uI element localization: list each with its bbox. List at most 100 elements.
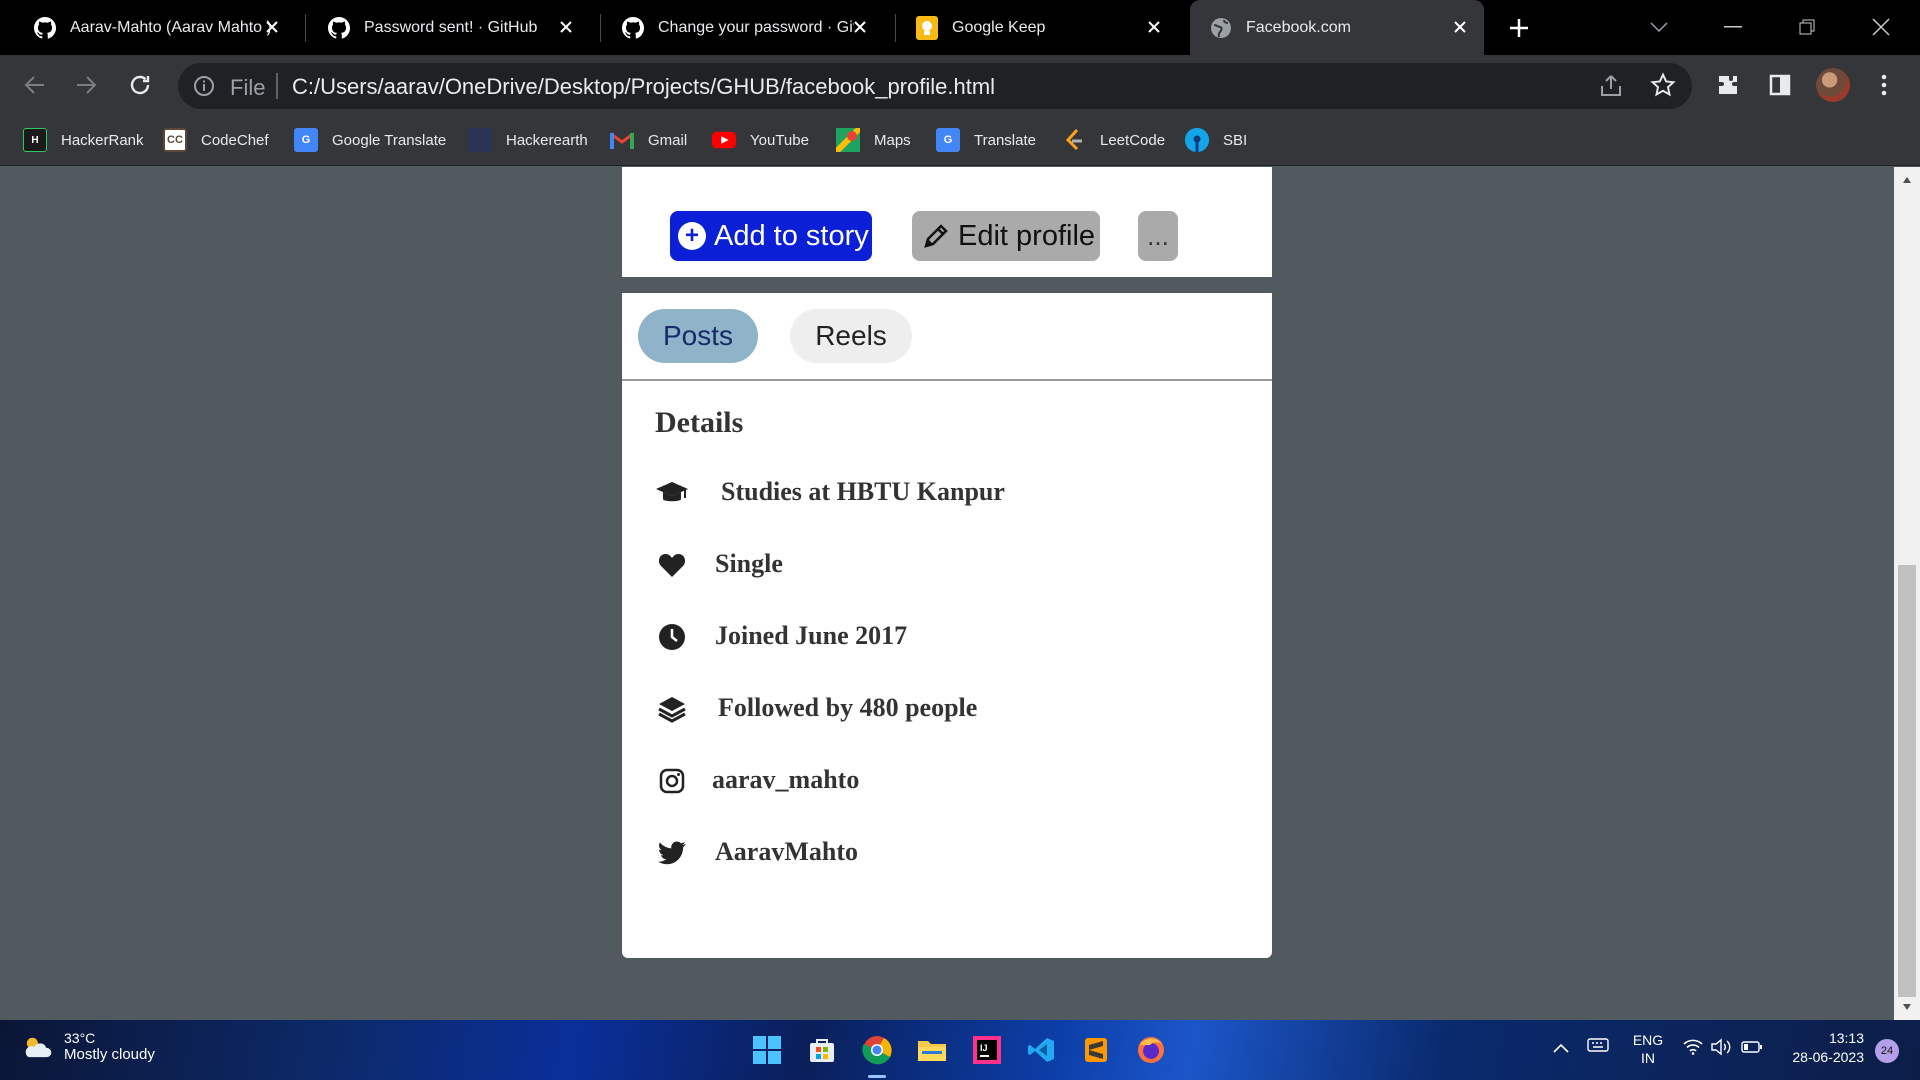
menu-kebab-icon[interactable] [1866,67,1902,103]
wifi-icon[interactable] [1683,1039,1703,1060]
bookmark-translate[interactable]: G Translate [936,127,1036,153]
add-to-story-label: Add to story [714,219,869,252]
scrollbar-thumb[interactable] [1898,565,1916,997]
close-icon[interactable] [262,17,282,37]
address-bar[interactable]: File C:/Users/aarav/OneDrive/Desktop/Pro… [178,63,1692,109]
clock-date: 28-06-2023 [1792,1049,1864,1065]
add-to-story-button[interactable]: + Add to story [670,211,872,261]
tab-password-sent[interactable]: Password sent! · GitHub [294,0,590,55]
volume-icon[interactable] [1710,1038,1732,1061]
bookmark-gmail[interactable]: Gmail [610,127,687,153]
tab-strip: Aarav-Mahto (Aarav Mahto ) Password sent… [0,0,1920,55]
keyboard-icon[interactable] [1587,1038,1609,1057]
tab-title: Google Keep [952,18,1046,36]
close-icon[interactable] [850,17,870,37]
close-window-button[interactable] [1864,12,1898,42]
sublime-text-icon[interactable] [1078,1032,1114,1068]
tab-facebook[interactable]: Facebook.com [1190,0,1484,55]
graduation-cap-icon [655,477,689,509]
notification-badge[interactable]: 24 [1875,1039,1899,1063]
github-icon [622,16,644,39]
new-tab-button[interactable] [1504,13,1534,43]
bookmark-maps[interactable]: Maps [836,127,911,153]
bookmark-sbi[interactable]: SBI [1185,127,1247,153]
microsoft-store-icon[interactable] [804,1032,840,1068]
tab-title: Aarav-Mahto (Aarav Mahto ) [70,18,270,36]
bookmarks-bar: H HackerRank CC CodeChef G Google Transl… [0,115,1920,166]
bookmark-hackerrank[interactable]: H HackerRank [23,127,144,153]
file-explorer-icon[interactable] [914,1032,950,1068]
tab-posts[interactable]: Posts [638,309,758,363]
tab-title: Facebook.com [1246,18,1351,36]
intellij-icon[interactable]: IJ [969,1032,1005,1068]
profile-avatar[interactable] [1816,68,1850,102]
browser-toolbar: File C:/Users/aarav/OneDrive/Desktop/Pro… [0,55,1920,115]
firefox-icon[interactable] [1133,1032,1169,1068]
tab-google-keep[interactable]: Google Keep [882,0,1178,55]
hackerearth-icon [468,128,492,152]
windows-taskbar: 33°C Mostly cloudy IJ ENG IN 13:13 28-06… [0,1020,1920,1080]
tab-reels[interactable]: Reels [790,309,912,363]
close-icon[interactable] [1144,17,1164,37]
language-indicator[interactable]: ENG IN [1632,1032,1664,1066]
tab-github-profile[interactable]: Aarav-Mahto (Aarav Mahto ) [0,0,296,55]
page-scrollbar[interactable] [1894,167,1920,1020]
github-icon [328,16,350,39]
tab-title: Password sent! · GitHub [364,18,538,36]
bookmark-label: Hackerearth [506,131,588,149]
maps-icon [836,128,860,152]
share-icon[interactable] [1598,73,1624,104]
detail-text: Followed by 480 people [718,693,978,722]
detail-text: Studies at HBTU Kanpur [721,477,1005,506]
translate-icon: G [936,128,960,152]
bookmark-star-icon[interactable] [1650,72,1676,103]
cloud-sun-icon [25,1037,52,1057]
hackerrank-icon: H [23,128,47,152]
youtube-icon [712,128,736,152]
language-line-2: IN [1641,1050,1655,1066]
plus-circle-icon: + [678,222,706,250]
minimize-button[interactable] [1716,12,1750,42]
detail-text: Joined June 2017 [715,621,908,650]
url-text[interactable]: C:/Users/aarav/OneDrive/Desktop/Projects… [292,74,995,100]
back-button[interactable] [17,67,53,103]
detail-text: AaravMahto [715,837,858,866]
more-options-button[interactable]: ... [1138,211,1178,261]
tab-change-password[interactable]: Change your password · GitHub [588,0,884,55]
close-icon[interactable] [1450,17,1470,37]
windows-start-icon[interactable] [749,1032,785,1068]
twitter-icon [655,837,689,869]
bookmark-codechef[interactable]: CC CodeChef [163,127,269,153]
show-hidden-icons-icon[interactable] [1553,1040,1569,1058]
keep-icon [916,15,938,40]
info-icon[interactable] [193,75,215,102]
edit-profile-label: Edit profile [958,219,1096,252]
side-panel-icon[interactable] [1762,67,1798,103]
divider [276,73,278,99]
scheme-label: File [230,75,266,100]
bookmark-google-translate[interactable]: G Google Translate [294,127,446,153]
forward-button[interactable] [68,67,104,103]
globe-icon [1210,17,1232,39]
reload-button[interactable] [122,67,158,103]
edit-profile-button[interactable]: Edit profile [912,211,1100,261]
scroll-down-arrow-icon[interactable] [1894,994,1920,1020]
translate-icon: G [294,128,318,152]
extensions-icon[interactable] [1710,67,1746,103]
close-icon[interactable] [556,17,576,37]
chrome-icon[interactable] [859,1032,895,1068]
bookmark-youtube[interactable]: YouTube [712,127,809,153]
page-viewport: + Add to story Edit profile ... Posts Re… [0,167,1894,1020]
system-clock[interactable]: 13:13 28-06-2023 [1780,1030,1864,1065]
bookmark-hackerearth[interactable]: Hackerearth [468,127,588,153]
bookmark-label: LeetCode [1100,131,1166,149]
bookmark-leetcode[interactable]: LeetCode [1062,127,1165,153]
battery-icon[interactable] [1741,1040,1763,1059]
bookmark-label: Maps [874,131,911,149]
tab-search-chevron-icon[interactable] [1642,12,1676,42]
weather-widget[interactable]: 33°C Mostly cloudy [20,1030,155,1063]
vscode-icon[interactable] [1023,1032,1059,1068]
restore-button[interactable] [1790,12,1824,42]
codechef-icon: CC [163,128,187,152]
scroll-up-arrow-icon[interactable] [1894,167,1920,193]
